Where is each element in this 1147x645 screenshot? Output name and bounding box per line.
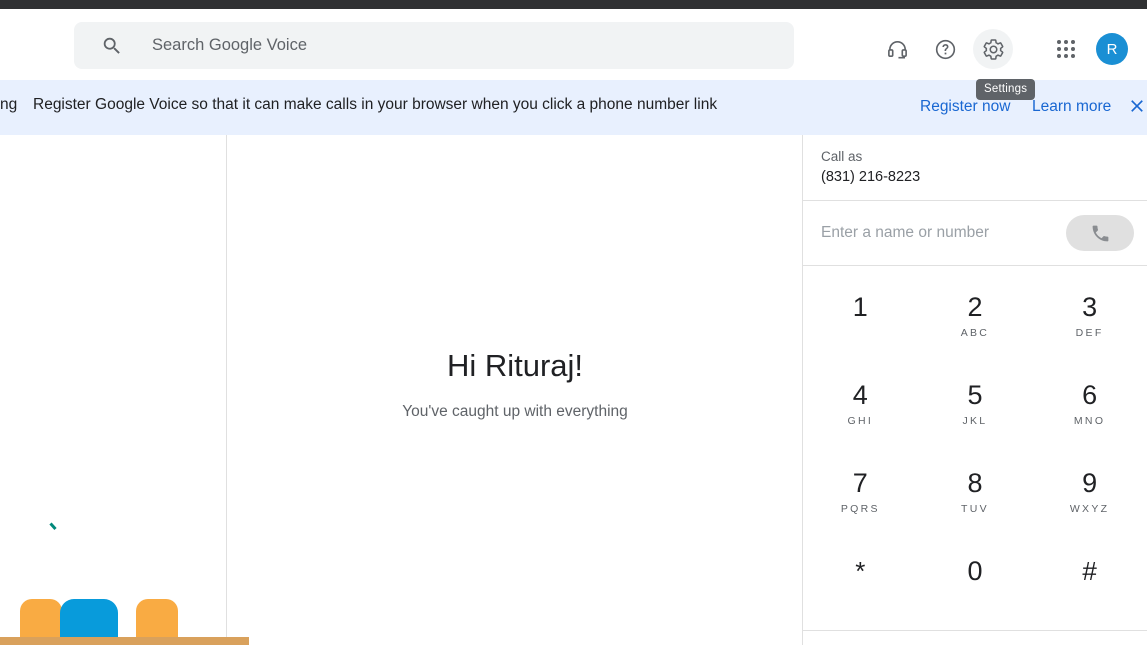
dialer-panel: Call as (831) 216-8223 1 [802, 135, 1147, 645]
settings-tooltip: Settings [976, 79, 1036, 100]
key-4[interactable]: 4 GHI [803, 366, 918, 454]
bottom-accent-strip [0, 637, 249, 645]
call-as-number[interactable]: (831) 216-8223 [821, 169, 1129, 185]
number-entry-input[interactable] [821, 224, 1066, 242]
close-icon[interactable] [1127, 96, 1147, 116]
search-icon [101, 35, 123, 57]
key-letters: MNO [1073, 415, 1106, 427]
browser-top-strip [0, 0, 1147, 9]
apps-grid-dots [1057, 40, 1075, 58]
keypad-row: 7 PQRS 8 TUV 9 WXYZ [803, 454, 1147, 542]
call-as-section: Call as (831) 216-8223 [803, 135, 1147, 200]
key-star[interactable]: * [803, 542, 918, 630]
key-letters: DEF [1075, 327, 1104, 339]
keypad-row: 1 2 ABC 3 DEF [803, 278, 1147, 366]
key-digit: 2 [967, 292, 983, 322]
banner-clipped-text: ng [0, 96, 18, 113]
key-1[interactable]: 1 [803, 278, 918, 366]
search-input[interactable] [152, 36, 752, 55]
gear-icon[interactable] [973, 29, 1013, 69]
headset-icon[interactable] [877, 29, 917, 69]
key-digit: 7 [852, 468, 868, 498]
key-letters: WXYZ [1069, 503, 1110, 515]
register-now-link[interactable]: Register now [920, 98, 1010, 116]
learn-more-link[interactable]: Learn more [1032, 98, 1111, 116]
banner-message: Register Google Voice so that it can mak… [33, 96, 718, 113]
key-digit: 8 [967, 468, 983, 498]
search-bar[interactable] [74, 22, 794, 69]
google-voice-app: R Settings ng Register Google Voice so t… [0, 0, 1147, 645]
key-8[interactable]: 8 TUV [918, 454, 1033, 542]
dial-keypad: 1 2 ABC 3 DEF 4 GHI 5 JKL 6 MNO 7 PQRS 8… [803, 266, 1147, 630]
call-button[interactable] [1066, 215, 1134, 251]
keypad-row: * 0 # [803, 542, 1147, 630]
key-2[interactable]: 2 ABC [918, 278, 1033, 366]
apps-grid-icon[interactable] [1046, 29, 1086, 69]
keypad-row: 4 GHI 5 JKL 6 MNO [803, 366, 1147, 454]
key-letters: ABC [960, 327, 990, 339]
main-content: Hi Rituraj! You've caught up with everyt… [228, 135, 802, 645]
key-letters: PQRS [840, 503, 880, 515]
key-5[interactable]: 5 JKL [918, 366, 1033, 454]
key-0[interactable]: 0 [918, 542, 1033, 630]
page-subtitle: You've caught up with everything [402, 403, 628, 420]
key-9[interactable]: 9 WXYZ [1032, 454, 1147, 542]
key-3[interactable]: 3 DEF [1032, 278, 1147, 366]
key-letters: GHI [847, 415, 874, 427]
key-letters: JKL [962, 415, 988, 427]
header-actions: R [877, 18, 1147, 80]
key-letters: TUV [961, 503, 989, 515]
key-digit: 0 [967, 556, 983, 586]
loading-spinner-icon [49, 519, 61, 531]
key-digit: 6 [1082, 380, 1098, 410]
key-digit: 1 [852, 292, 868, 322]
key-digit: 9 [1082, 468, 1098, 498]
avatar[interactable]: R [1096, 33, 1128, 65]
key-hash[interactable]: # [1032, 542, 1147, 630]
key-digit: * [855, 556, 866, 586]
left-rail [0, 135, 227, 645]
call-as-label: Call as [821, 149, 863, 164]
body-area: Hi Rituraj! You've caught up with everyt… [0, 135, 1147, 645]
key-7[interactable]: 7 PQRS [803, 454, 918, 542]
number-entry-row [803, 201, 1147, 265]
hide-keypad-button[interactable]: Hide keypad [803, 630, 1147, 645]
key-digit: # [1082, 556, 1097, 586]
key-digit: 3 [1082, 292, 1098, 322]
page-title: Hi Rituraj! [446, 348, 584, 383]
key-6[interactable]: 6 MNO [1032, 366, 1147, 454]
help-icon[interactable] [925, 29, 965, 69]
key-digit: 4 [852, 380, 868, 410]
app-header: R [0, 9, 1147, 80]
key-digit: 5 [967, 380, 983, 410]
